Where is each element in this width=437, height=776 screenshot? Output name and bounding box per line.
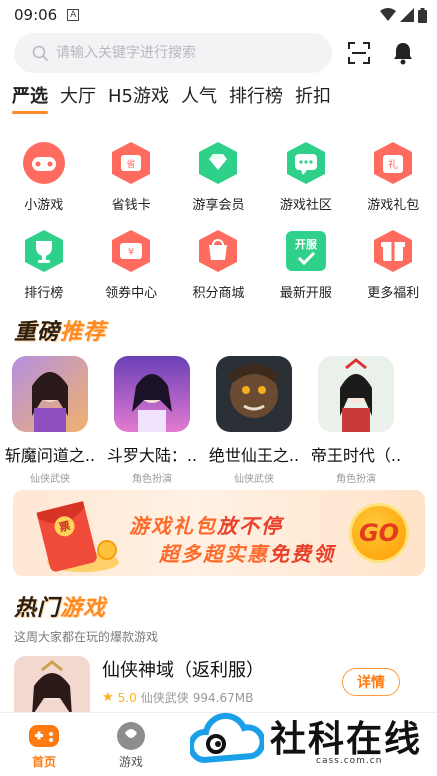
watermark-logo: 社科在线 cass.com.cn [190, 706, 437, 776]
game-meta: ★ 5.0 仙侠武侠 994.67MB [102, 689, 253, 706]
hot-title: 热门游戏 [14, 596, 107, 621]
coupon-icon: ¥ [112, 230, 151, 272]
game-cover-image [318, 356, 394, 432]
banner-line1: 游戏礼包放不停 [129, 514, 283, 538]
game-name: 斗罗大陆：.. [106, 446, 198, 465]
nav-label: 首页 [31, 755, 56, 769]
grid-item-gift-pack[interactable]: 礼 游戏礼包 [350, 140, 437, 228]
game-size: 994.67MB [192, 690, 254, 705]
star-icon: ★ [102, 690, 114, 705]
detail-button[interactable]: 详情 [342, 668, 400, 696]
grid-item-ranking[interactable]: 排行榜 [0, 228, 87, 316]
recommend-title: 重磅推荐 [14, 320, 107, 345]
search-box[interactable] [14, 33, 332, 73]
game-cover-image [12, 356, 88, 432]
gamepad-icon [22, 142, 65, 184]
grid-item-coupon-center[interactable]: ¥ 领券中心 [87, 228, 174, 316]
search-row [14, 33, 424, 73]
recommend-item[interactable]: 帝王时代（.. 角色扮演 [311, 356, 401, 485]
recommend-list: 斩魔问道之.. 仙侠武侠 斗罗大陆：.. 角色扮演 绝世仙王之.. 仙侠武侠 帝… [5, 356, 437, 485]
chat-bubble-icon [286, 142, 325, 184]
grid-item-points-shop[interactable]: 积分商城 [175, 228, 262, 316]
search-icon [32, 45, 48, 61]
nav-label: 游戏 [118, 755, 143, 769]
grid-item-more-welfare[interactable]: 更多福利 [350, 228, 437, 316]
red-envelope-icon: 票 [36, 501, 119, 572]
wifi-icon [380, 8, 396, 21]
signal-icon [400, 8, 414, 22]
bell-icon[interactable] [392, 41, 414, 65]
grid-label: 积分商城 [192, 286, 245, 301]
grid-item-community[interactable]: 游戏社区 [262, 140, 349, 228]
category-tabs: 严选 大厅 H5游戏 人气 排行榜 折扣 [12, 84, 331, 118]
game-rating: 5.0 [117, 690, 137, 705]
status-icons [380, 7, 427, 23]
grid-label: 游戏社区 [279, 198, 332, 213]
recommend-item[interactable]: 斗罗大陆：.. 角色扮演 [107, 356, 197, 485]
saving-card-icon: 省 [112, 142, 151, 184]
grid-label: 游享会员 [192, 198, 245, 213]
grid-label: 最新开服 [279, 286, 332, 301]
nav-home[interactable]: 首页 [14, 721, 74, 770]
grid-item-new-server[interactable]: 开服 最新开服 [262, 228, 349, 316]
game-category: 仙侠武侠 [140, 691, 189, 705]
battery-icon [418, 7, 427, 23]
svg-text:礼: 礼 [388, 158, 398, 171]
grid-label: 省钱卡 [111, 198, 151, 213]
tab-hall[interactable]: 大厅 [60, 84, 96, 114]
search-input[interactable] [56, 45, 296, 61]
status-bar: 09:06 A [0, 0, 437, 30]
game-name: 绝世仙王之.. [208, 446, 300, 465]
grid-label: 更多福利 [367, 286, 420, 301]
tab-discount[interactable]: 折扣 [295, 84, 331, 114]
svg-text:¥: ¥ [128, 247, 134, 258]
game-tag: 角色扮演 [336, 474, 376, 485]
game-name: 仙侠神域（返利服） [102, 660, 264, 681]
grid-item-mini-games[interactable]: 小游戏 [0, 140, 87, 228]
scan-icon[interactable] [347, 41, 371, 65]
game-cover-image [114, 356, 190, 432]
tab-yanxuan[interactable]: 严选 [12, 84, 48, 114]
games-tab-icon [117, 722, 145, 750]
game-name: 斩魔问道之.. [4, 446, 96, 465]
game-tag: 仙侠武侠 [30, 474, 70, 485]
svg-text:开服: 开服 [295, 238, 318, 251]
game-cover-image [216, 356, 292, 432]
feature-grid: 小游戏 省 省钱卡 游享会员 游戏社区 礼 游戏礼包 排行榜 ¥ 领券中心 积分… [0, 140, 437, 316]
game-name: 帝王时代（.. [310, 446, 402, 465]
grid-label: 排行榜 [24, 286, 64, 301]
cloud-logo-icon [190, 712, 264, 764]
grid-label: 游戏礼包 [367, 198, 420, 213]
game-tag: 角色扮演 [132, 474, 172, 485]
trophy-icon [24, 230, 63, 272]
tab-popular[interactable]: 人气 [181, 84, 217, 114]
banner-line2: 超多超实惠免费领 [159, 542, 335, 566]
grid-label: 小游戏 [24, 198, 64, 213]
tab-ranking[interactable]: 排行榜 [229, 84, 283, 114]
home-gamepad-icon [29, 725, 59, 747]
grid-item-saving-card[interactable]: 省 省钱卡 [87, 140, 174, 228]
recommend-item[interactable]: 斩魔问道之.. 仙侠武侠 [5, 356, 95, 485]
nav-games[interactable]: 游戏 [101, 721, 161, 770]
new-server-icon: 开服 [285, 231, 326, 271]
grid-item-vip[interactable]: 游享会员 [175, 140, 262, 228]
game-tag: 仙侠武侠 [234, 474, 274, 485]
status-time: 09:06 [14, 6, 58, 24]
gift-bag-icon: 礼 [374, 142, 413, 184]
watermark-url: cass.com.cn [316, 756, 383, 766]
recommend-item[interactable]: 绝世仙王之.. 仙侠武侠 [209, 356, 299, 485]
tab-h5-games[interactable]: H5游戏 [108, 84, 169, 114]
gift-box-icon [374, 230, 413, 272]
diamond-icon [199, 142, 238, 184]
svg-text:省: 省 [127, 158, 136, 170]
points-shop-icon [199, 230, 238, 272]
grid-label: 领券中心 [105, 286, 158, 301]
banner-go-button[interactable]: GO [349, 503, 409, 563]
hot-subtitle: 这周大家都在玩的爆款游戏 [14, 630, 159, 644]
game-cover-image [14, 656, 90, 716]
notification-a-icon: A [67, 9, 80, 21]
gift-pack-banner[interactable]: 票 游戏礼包放不停 超多超实惠免费领 GO [13, 490, 425, 576]
watermark-text: 社科在线 [270, 719, 423, 760]
